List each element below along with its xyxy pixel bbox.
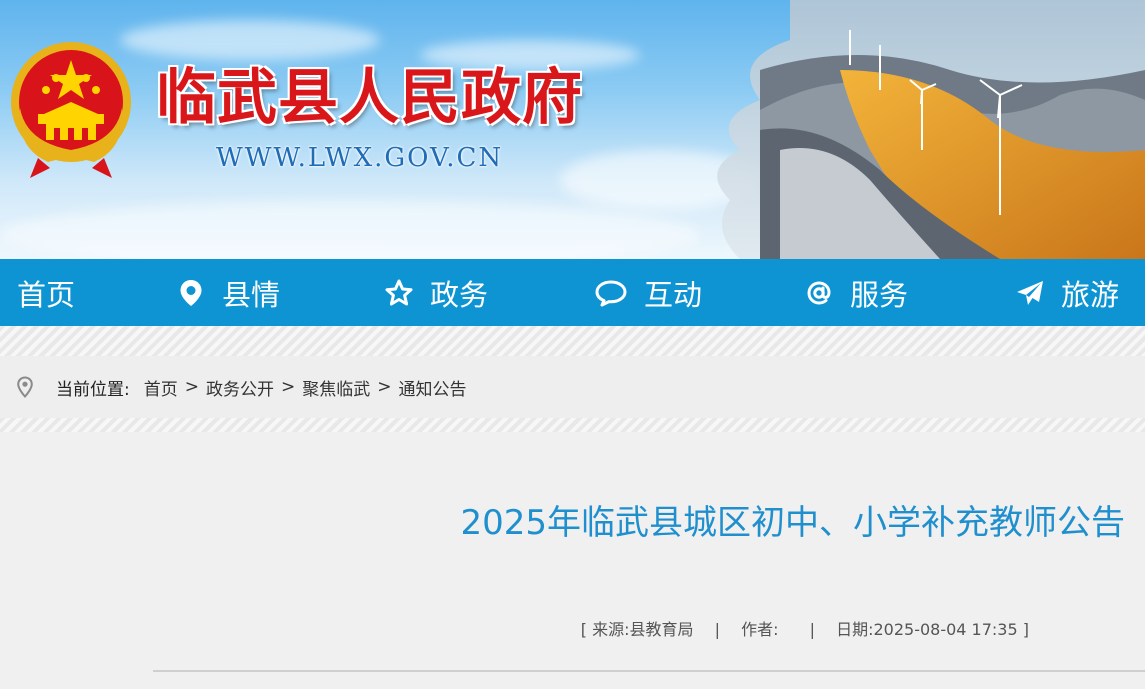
meta-open-bracket: [ xyxy=(580,620,588,639)
at-sign-icon xyxy=(807,280,831,305)
meta-date: 日期:2025-08-04 17:35 xyxy=(836,620,1018,639)
meta-source: 来源:县教育局 xyxy=(592,620,694,639)
nav-item-government-affairs[interactable]: 政务 xyxy=(384,259,488,326)
breadcrumb-separator: > xyxy=(280,377,296,397)
breadcrumb-separator: > xyxy=(184,377,199,397)
stripe-divider xyxy=(0,326,1145,356)
breadcrumb: 当前位置: 首页 > 政务公开 > 聚焦临武 > 通知公告 xyxy=(0,356,1145,418)
stripe-divider xyxy=(0,418,1145,432)
cloud-decoration xyxy=(120,20,380,60)
nav-item-home[interactable]: 首页 xyxy=(17,259,75,326)
site-title: 临武县人民政府 xyxy=(156,63,583,133)
meta-close-bracket: ] xyxy=(1022,620,1029,639)
nav-item-county-info[interactable]: 县情 xyxy=(176,259,280,326)
star-icon xyxy=(385,279,413,305)
nav-item-interaction[interactable]: 互动 xyxy=(594,259,702,326)
paper-plane-icon xyxy=(1017,280,1043,305)
breadcrumb-label: 当前位置: xyxy=(56,379,130,400)
nav-item-label: 服务 xyxy=(850,277,909,312)
nav-item-label: 互动 xyxy=(644,277,703,312)
header-banner: 临武县人民政府 WWW.LWX.GOV.CN xyxy=(0,0,1145,259)
mountain-scenery-image xyxy=(717,0,1145,259)
location-pin-icon xyxy=(180,279,202,306)
breadcrumb-focus-linwu-link[interactable]: 聚焦临武 xyxy=(302,375,370,400)
site-url: WWW.LWX.GOV.CN xyxy=(216,143,504,173)
breadcrumb-gov-affairs-link[interactable]: 政务公开 xyxy=(206,375,274,400)
breadcrumb-separator: > xyxy=(377,377,392,397)
chat-bubble-icon xyxy=(595,280,627,306)
main-nav: 首页 县情 政务 互动 服务 旅游 xyxy=(0,259,1145,326)
meta-separator: | xyxy=(809,620,815,639)
nav-item-label: 县情 xyxy=(222,277,281,312)
nav-item-label: 旅游 xyxy=(1061,277,1120,312)
article-meta: [ 来源:县教育局 | 作者: | 日期:2025-08-04 17:35 ] xyxy=(581,616,1029,640)
national-emblem-icon xyxy=(11,42,131,178)
meta-separator: | xyxy=(714,620,720,639)
content-divider xyxy=(153,670,1145,672)
location-icon xyxy=(17,376,33,398)
cloud-decoration xyxy=(0,200,700,259)
nav-item-tourism[interactable]: 旅游 xyxy=(1015,259,1119,326)
nav-item-services[interactable]: 服务 xyxy=(804,259,908,326)
nav-item-label: 首页 xyxy=(17,277,76,312)
breadcrumb-home-link[interactable]: 首页 xyxy=(144,375,178,400)
article-title: 2025年临武县城区初中、小学补充教师公告 xyxy=(460,503,1125,543)
meta-author: 作者: xyxy=(741,620,779,639)
breadcrumb-notices-link[interactable]: 通知公告 xyxy=(398,375,466,400)
nav-item-label: 政务 xyxy=(430,277,489,312)
